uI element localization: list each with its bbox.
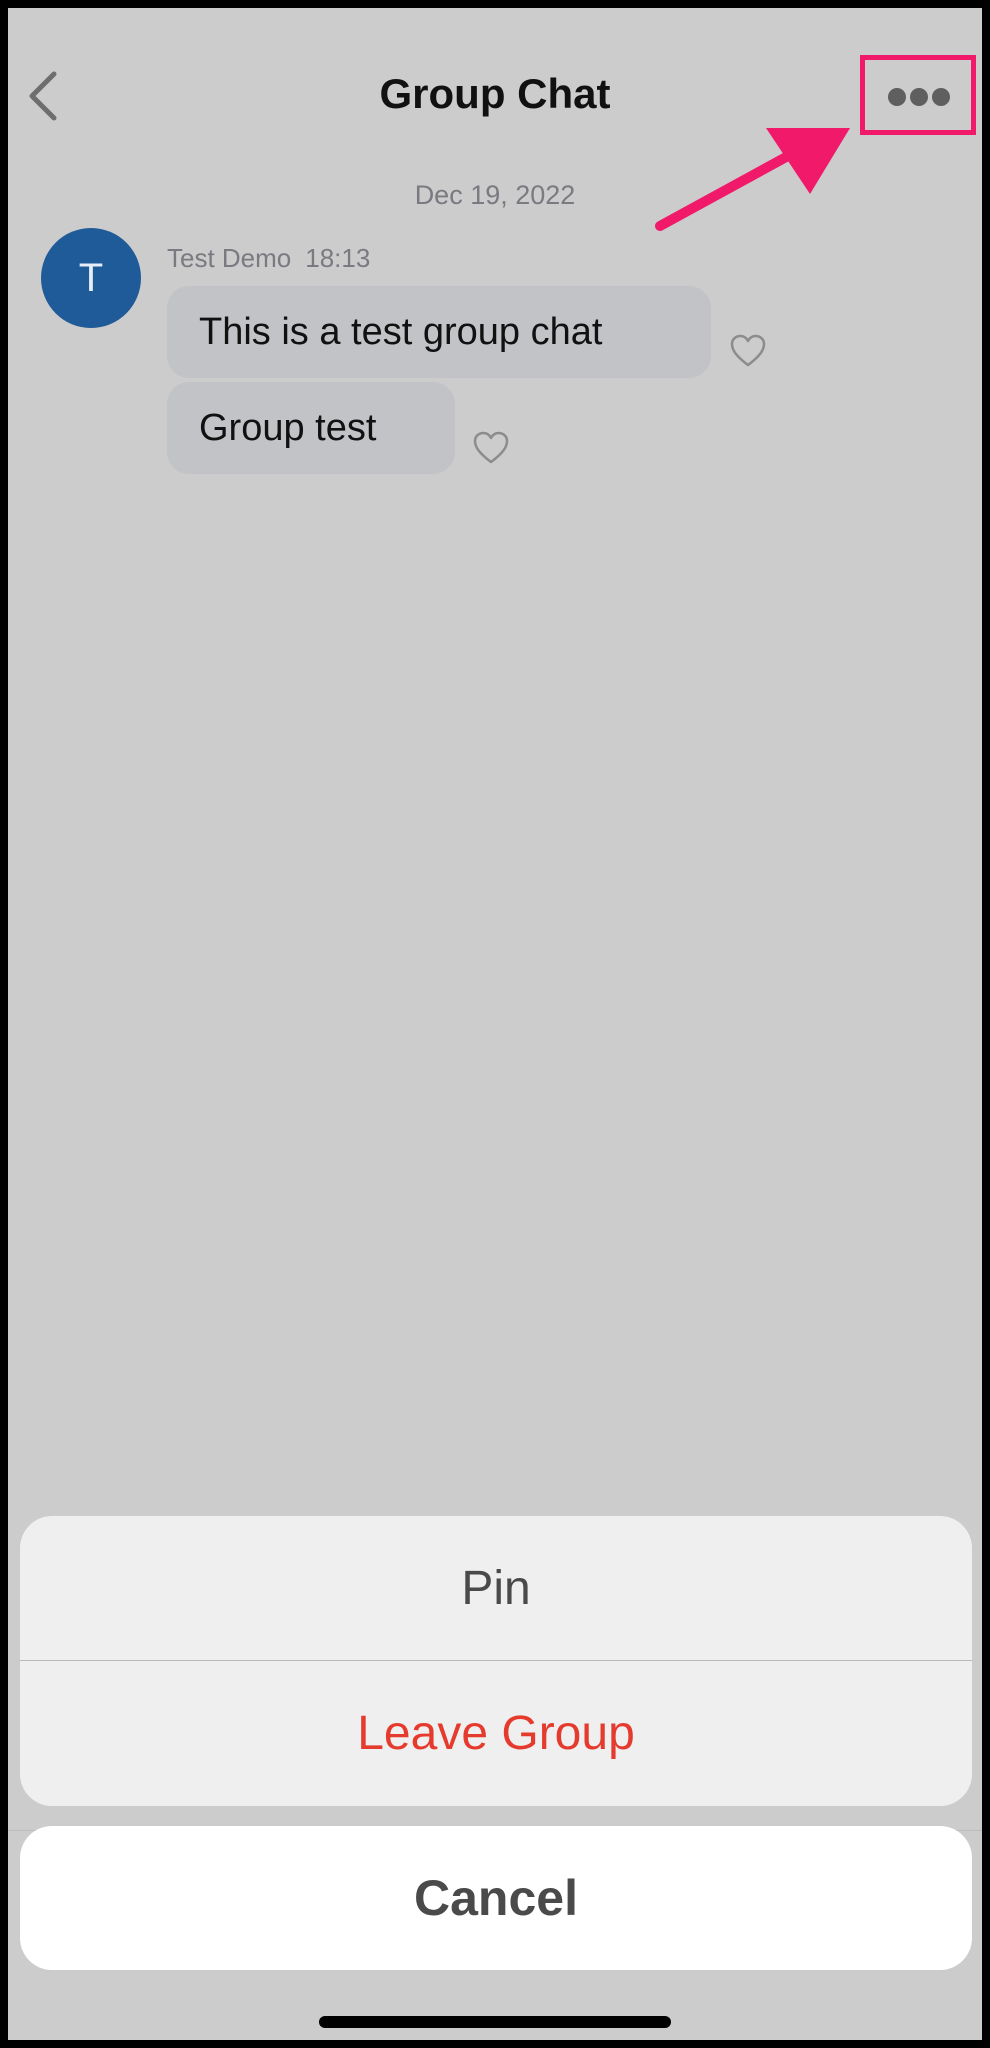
- message-bubble[interactable]: Group test: [167, 382, 455, 474]
- avatar[interactable]: T: [41, 228, 141, 328]
- more-options-button[interactable]: [860, 55, 974, 133]
- message-text: Group test: [199, 406, 377, 449]
- like-button[interactable]: [728, 331, 768, 371]
- cancel-button[interactable]: Cancel: [20, 1826, 972, 1970]
- annotation-arrow-icon: [655, 128, 850, 231]
- message-bubble[interactable]: This is a test group chat: [167, 286, 711, 378]
- pin-button[interactable]: Pin: [20, 1516, 972, 1660]
- phone-screen: Group Chat Dec 19, 2022 T Test Demo 18:13…: [0, 0, 990, 2048]
- message-text: This is a test group chat: [199, 310, 603, 353]
- home-indicator[interactable]: [319, 2016, 671, 2028]
- message-time: 18:13: [305, 243, 371, 273]
- heart-icon: [473, 431, 509, 464]
- page-title: Group Chat: [379, 70, 611, 117]
- action-sheet: Pin Leave Group: [20, 1516, 972, 1806]
- message-meta: Test Demo 18:13: [167, 243, 370, 274]
- ellipsis-icon: [888, 88, 950, 106]
- chat-header: Group Chat: [8, 8, 982, 231]
- leave-group-button[interactable]: Leave Group: [20, 1661, 972, 1805]
- sender-name: Test Demo: [167, 243, 292, 273]
- date-separator: Dec 19, 2022: [414, 180, 576, 210]
- like-button[interactable]: [471, 428, 511, 468]
- heart-icon: [730, 334, 766, 367]
